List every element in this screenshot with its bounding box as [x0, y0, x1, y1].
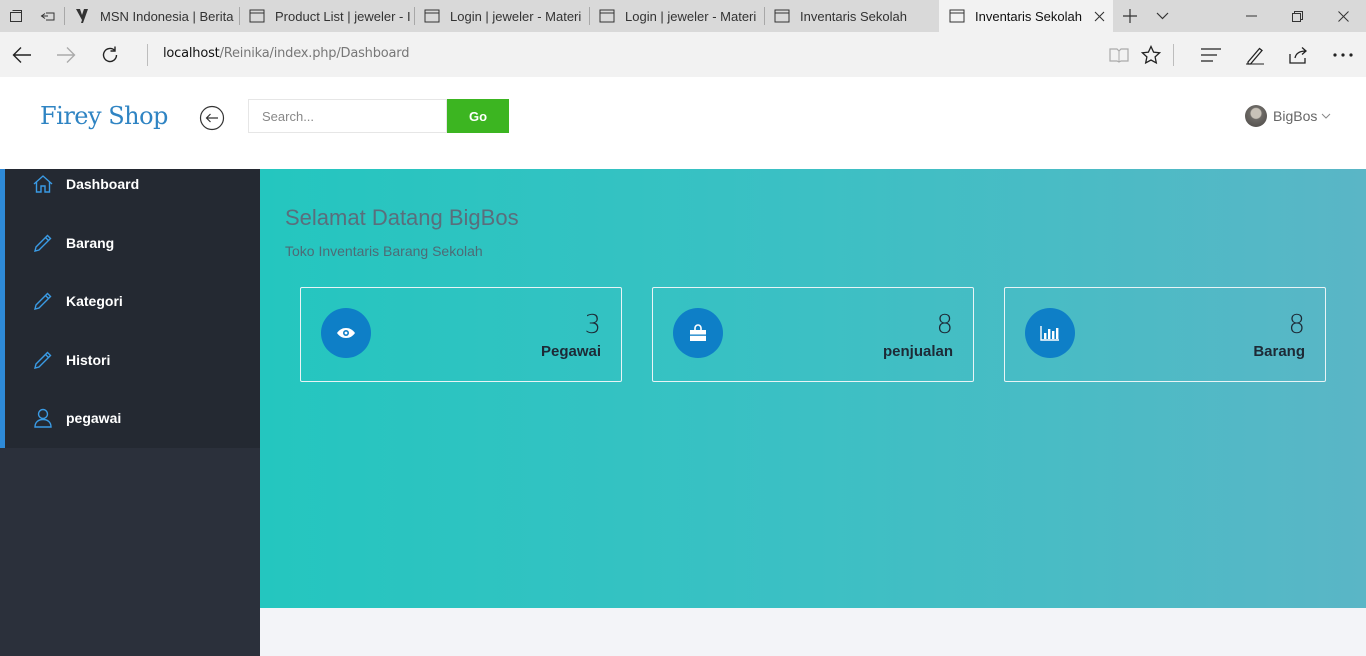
sidebar-item-label: Kategori [66, 293, 123, 309]
browser-tab[interactable]: MSN Indonesia | Berita [64, 0, 239, 32]
tab-title: MSN Indonesia | Berita [100, 8, 234, 24]
refresh-icon[interactable] [93, 38, 127, 72]
browser-tab[interactable]: Product List | jeweler - I [239, 0, 414, 32]
stat-card-penjualan[interactable]: 8 penjualan [652, 287, 974, 382]
set-tabs-aside-icon[interactable] [32, 0, 64, 32]
sidebar-item-pegawai[interactable]: pegawai [5, 390, 260, 446]
close-window-icon[interactable] [1320, 0, 1366, 32]
stat-card-pegawai[interactable]: 3 Pegawai [300, 287, 622, 382]
sidebar-item-label: pegawai [66, 410, 122, 426]
sidebar-item-dashboard[interactable]: Dashboard [5, 156, 260, 212]
sidebar-item-histori[interactable]: Histori [5, 332, 260, 388]
sidebar-item-label: Dashboard [66, 176, 140, 192]
browser-tab[interactable]: Inventaris Sekolah [764, 0, 939, 32]
eye-icon [321, 308, 371, 358]
more-options-icon[interactable] [1329, 41, 1357, 69]
avatar [1245, 105, 1267, 127]
user-icon [33, 408, 53, 428]
user-menu[interactable]: BigBos [1245, 105, 1331, 127]
stat-label: Pegawai [540, 343, 601, 360]
page-icon [249, 8, 265, 24]
chevron-down-icon [1321, 113, 1331, 119]
sidebar-item-label: Barang [66, 235, 115, 251]
search-input[interactable] [248, 99, 447, 133]
new-tab-icon[interactable] [1114, 0, 1146, 32]
browser-tab-active[interactable]: Inventaris Sekolah [939, 0, 1113, 32]
sidebar-item-barang[interactable]: Barang [5, 215, 260, 271]
reading-view-icon[interactable] [1105, 41, 1133, 69]
go-button[interactable]: Go [447, 99, 509, 133]
sidebar-item-label: Histori [66, 352, 111, 368]
page-icon [599, 8, 615, 24]
hub-menu-icon[interactable] [1197, 41, 1225, 69]
tab-list-icon[interactable] [0, 0, 32, 32]
page-title: Selamat Datang BigBos [285, 205, 519, 230]
browser-tab[interactable]: Login | jeweler - Materi [589, 0, 764, 32]
tab-title: Login | jeweler - Materi [625, 8, 757, 24]
page-subtitle: Toko Inventaris Barang Sekolah [285, 243, 483, 259]
bar-chart-icon [1025, 308, 1075, 358]
web-note-pen-icon[interactable] [1241, 41, 1269, 69]
forward-arrow-icon[interactable] [49, 38, 83, 72]
pencil-icon [33, 233, 53, 253]
stat-value: 8 [1288, 310, 1305, 340]
tab-title: Product List | jeweler - I [275, 8, 411, 24]
pencil-icon [33, 291, 53, 311]
msn-icon [74, 8, 90, 24]
close-tab-icon[interactable] [1091, 8, 1107, 24]
stat-label: penjualan [882, 343, 953, 360]
browser-tab-strip: MSN Indonesia | Berita Product List | je… [0, 0, 1366, 32]
tab-title: Inventaris Sekolah [800, 8, 907, 24]
back-arrow-icon[interactable] [5, 38, 39, 72]
sidebar-toggle-icon[interactable] [199, 105, 225, 131]
share-icon[interactable] [1285, 41, 1313, 69]
stat-card-barang[interactable]: 8 Barang [1004, 287, 1326, 382]
stat-label: Barang [1253, 343, 1305, 360]
address-bar: localhost/Reinika/index.php/Dashboard [0, 32, 1366, 77]
tab-title: Login | jeweler - Materi [450, 8, 582, 24]
url-field[interactable]: localhost/Reinika/index.php/Dashboard [163, 46, 409, 61]
dashboard-hero: Selamat Datang BigBos Toko Inventaris Ba… [260, 169, 1366, 608]
restore-icon[interactable] [1274, 0, 1320, 32]
sidebar-menu: Dashboard Barang Kategori Histori pegawa… [0, 169, 260, 448]
page-icon [424, 8, 440, 24]
minimize-icon[interactable] [1228, 0, 1274, 32]
sidebar-item-kategori[interactable]: Kategori [5, 273, 260, 329]
stat-value: 8 [936, 310, 953, 340]
pencil-icon [33, 350, 53, 370]
favorite-star-icon[interactable] [1137, 41, 1165, 69]
page-icon [949, 8, 965, 24]
tab-preview-chevron-icon[interactable] [1146, 0, 1178, 32]
username: BigBos [1273, 108, 1318, 124]
brand-logo[interactable]: Firey Shop [40, 102, 168, 130]
home-icon [33, 174, 53, 194]
page-icon [774, 8, 790, 24]
browser-tab[interactable]: Login | jeweler - Materi [414, 0, 589, 32]
tab-title: Inventaris Sekolah [975, 8, 1082, 24]
shopping-bag-icon [673, 308, 723, 358]
stat-value: 3 [584, 310, 601, 340]
sidebar: Dashboard Barang Kategori Histori pegawa… [0, 169, 260, 656]
